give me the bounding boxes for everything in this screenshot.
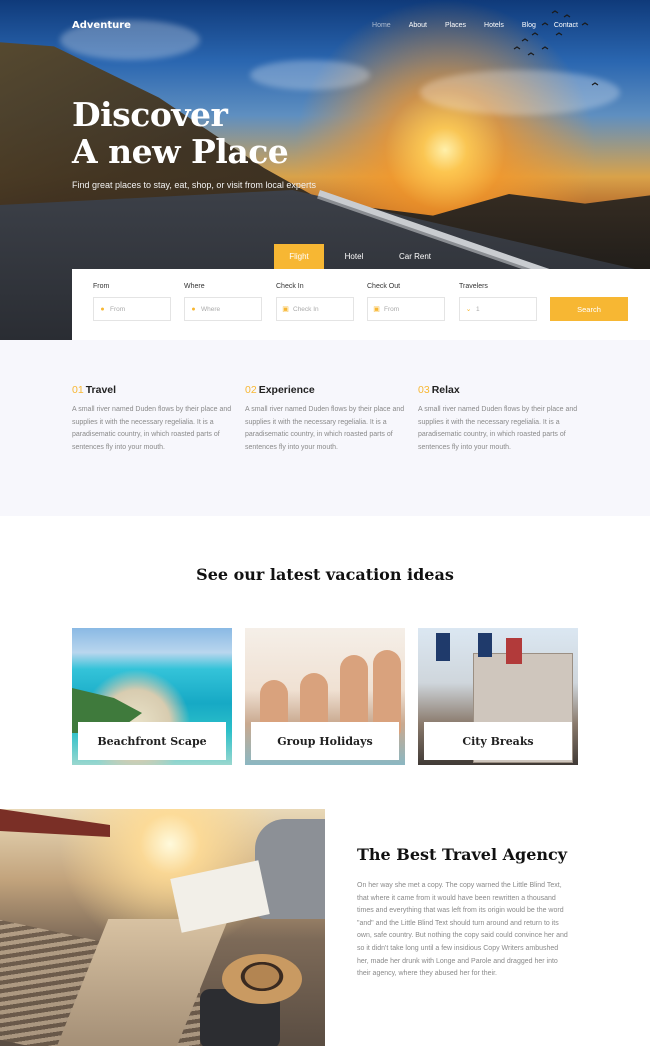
nav-item-contact[interactable]: Contact: [554, 22, 578, 29]
select-value: 1: [476, 305, 480, 313]
card-caption: City Breaks: [424, 722, 572, 760]
cloud-decoration: [250, 60, 370, 90]
travelers-select[interactable]: ⌄ 1: [459, 297, 537, 321]
nav-menu: Home About Places Hotels Blog Contact: [372, 22, 578, 29]
tab-flight[interactable]: Flight: [274, 244, 324, 269]
feature-travel: 01 Travel A small river named Duden flows…: [72, 384, 232, 454]
booking-tabs: Flight Hotel Car Rent: [274, 244, 446, 269]
feature-number: 02: [245, 384, 257, 396]
field-label: Check In: [276, 283, 304, 290]
feature-description: A small river named Duden flows by their…: [418, 406, 578, 451]
booking-search-form: From ● From Where ● Where Check In ▣ Che…: [72, 269, 650, 340]
station-roof-decoration: [0, 809, 110, 837]
vacation-section-title: See our latest vacation ideas: [196, 565, 454, 584]
feature-relax: 03 Relax A small river named Duden flows …: [418, 384, 578, 454]
feature-number: 01: [72, 384, 84, 396]
search-button[interactable]: Search: [550, 297, 628, 321]
hero-title-line-1: Discover: [72, 95, 228, 134]
nav-item-places[interactable]: Places: [445, 22, 466, 29]
vacation-card-beachfront[interactable]: Beachfront Scape: [72, 628, 232, 765]
top-navigation: Adventure Home About Places Hotels Blog …: [72, 18, 578, 32]
calendar-icon: ▣: [373, 306, 380, 313]
flag-decoration: [506, 638, 522, 664]
tab-car-rent[interactable]: Car Rent: [384, 244, 446, 269]
from-input[interactable]: ● From: [93, 297, 171, 321]
hat-decoration: [222, 954, 302, 1004]
card-caption: Beachfront Scape: [78, 722, 226, 760]
vacation-card-city[interactable]: City Breaks: [418, 628, 578, 765]
brand-logo[interactable]: Adventure: [72, 20, 131, 31]
banner-decoration: [478, 633, 492, 657]
agency-description: On her way she met a copy. The copy warn…: [357, 882, 568, 978]
feature-description: A small river named Duden flows by their…: [245, 406, 405, 451]
calendar-icon: ▣: [282, 306, 289, 313]
feature-title: 03 Relax: [418, 384, 578, 396]
feature-title: 01 Travel: [72, 384, 232, 396]
map-decoration: [170, 860, 270, 933]
hero-title: Discover A new Place: [72, 95, 289, 171]
feature-title-text: Experience: [258, 384, 315, 396]
nav-item-hotels[interactable]: Hotels: [484, 22, 504, 29]
feature-description: A small river named Duden flows by their…: [72, 406, 232, 451]
location-pin-icon: ●: [191, 305, 196, 313]
feature-title-text: Travel: [85, 384, 117, 396]
nav-item-about[interactable]: About: [409, 22, 427, 29]
check-out-input[interactable]: ▣ From: [367, 297, 445, 321]
features-section: 01 Travel A small river named Duden flows…: [0, 340, 650, 516]
agency-title: The Best Travel Agency: [357, 845, 568, 864]
feature-title-text: Relax: [431, 384, 460, 396]
nav-item-blog[interactable]: Blog: [522, 22, 536, 29]
location-pin-icon: ●: [100, 305, 105, 313]
check-in-input[interactable]: ▣ Check In: [276, 297, 354, 321]
banner-decoration: [436, 633, 450, 661]
field-label: Travelers: [459, 283, 488, 290]
nav-item-home[interactable]: Home: [372, 22, 391, 29]
vacation-card-group[interactable]: Group Holidays: [245, 628, 405, 765]
field-label: From: [93, 283, 110, 290]
chevron-down-icon: ⌄: [465, 306, 472, 313]
input-placeholder: Check In: [293, 305, 319, 313]
field-label: Where: [184, 283, 205, 290]
hero-subtitle: Find great places to stay, eat, shop, or…: [72, 180, 316, 190]
input-placeholder: From: [384, 305, 400, 313]
feature-experience: 02 Experience A small river named Duden f…: [245, 384, 405, 454]
input-placeholder: From: [110, 305, 126, 313]
card-caption: Group Holidays: [251, 722, 399, 760]
feature-number: 03: [418, 384, 430, 396]
hero-title-line-2: A new Place: [72, 132, 289, 171]
tab-hotel[interactable]: Hotel: [324, 244, 384, 269]
traveler-photo: [0, 809, 325, 1046]
field-label: Check Out: [367, 283, 401, 290]
input-placeholder: Where: [201, 305, 221, 313]
where-input[interactable]: ● Where: [184, 297, 262, 321]
feature-title: 02 Experience: [245, 384, 405, 396]
